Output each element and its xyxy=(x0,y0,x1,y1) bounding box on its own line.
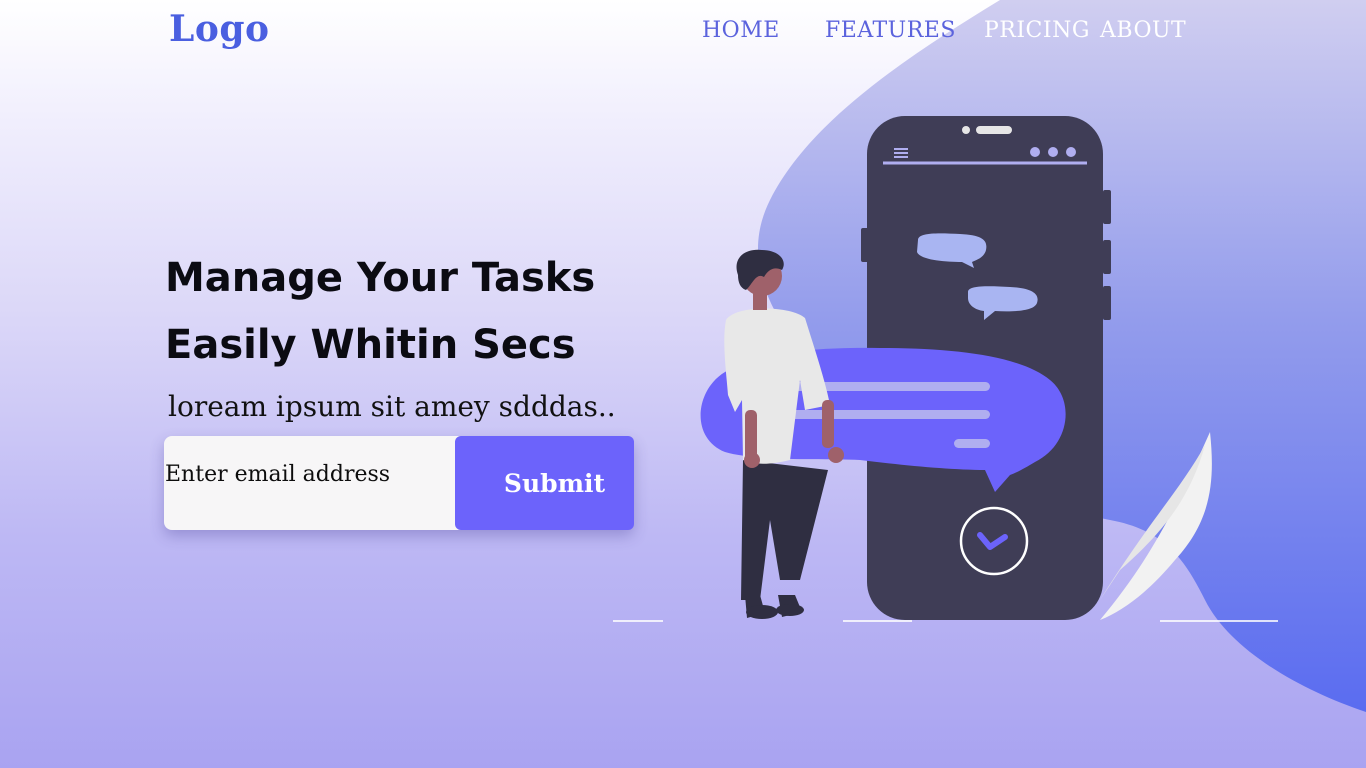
nav-features-link[interactable]: FEATURES xyxy=(825,18,956,43)
email-input[interactable] xyxy=(164,436,455,530)
nav-about-link[interactable]: ABOUT xyxy=(1100,18,1186,43)
nav-home-link[interactable]: HOME xyxy=(702,18,780,43)
hero-illustration xyxy=(613,116,1278,622)
signup-form: Submit xyxy=(164,436,634,530)
main-nav: HOME FEATURES PRICING ABOUT xyxy=(0,18,1366,48)
hero-headline: Manage Your Tasks Easily Whitin Secs xyxy=(165,245,595,379)
hero-subtitle: loream ipsum sit amey sdddas.. xyxy=(168,390,616,423)
headline-line-1: Manage Your Tasks xyxy=(165,255,596,301)
headline-line-2: Easily Whitin Secs xyxy=(165,322,576,368)
nav-pricing-link[interactable]: PRICING xyxy=(984,18,1090,43)
